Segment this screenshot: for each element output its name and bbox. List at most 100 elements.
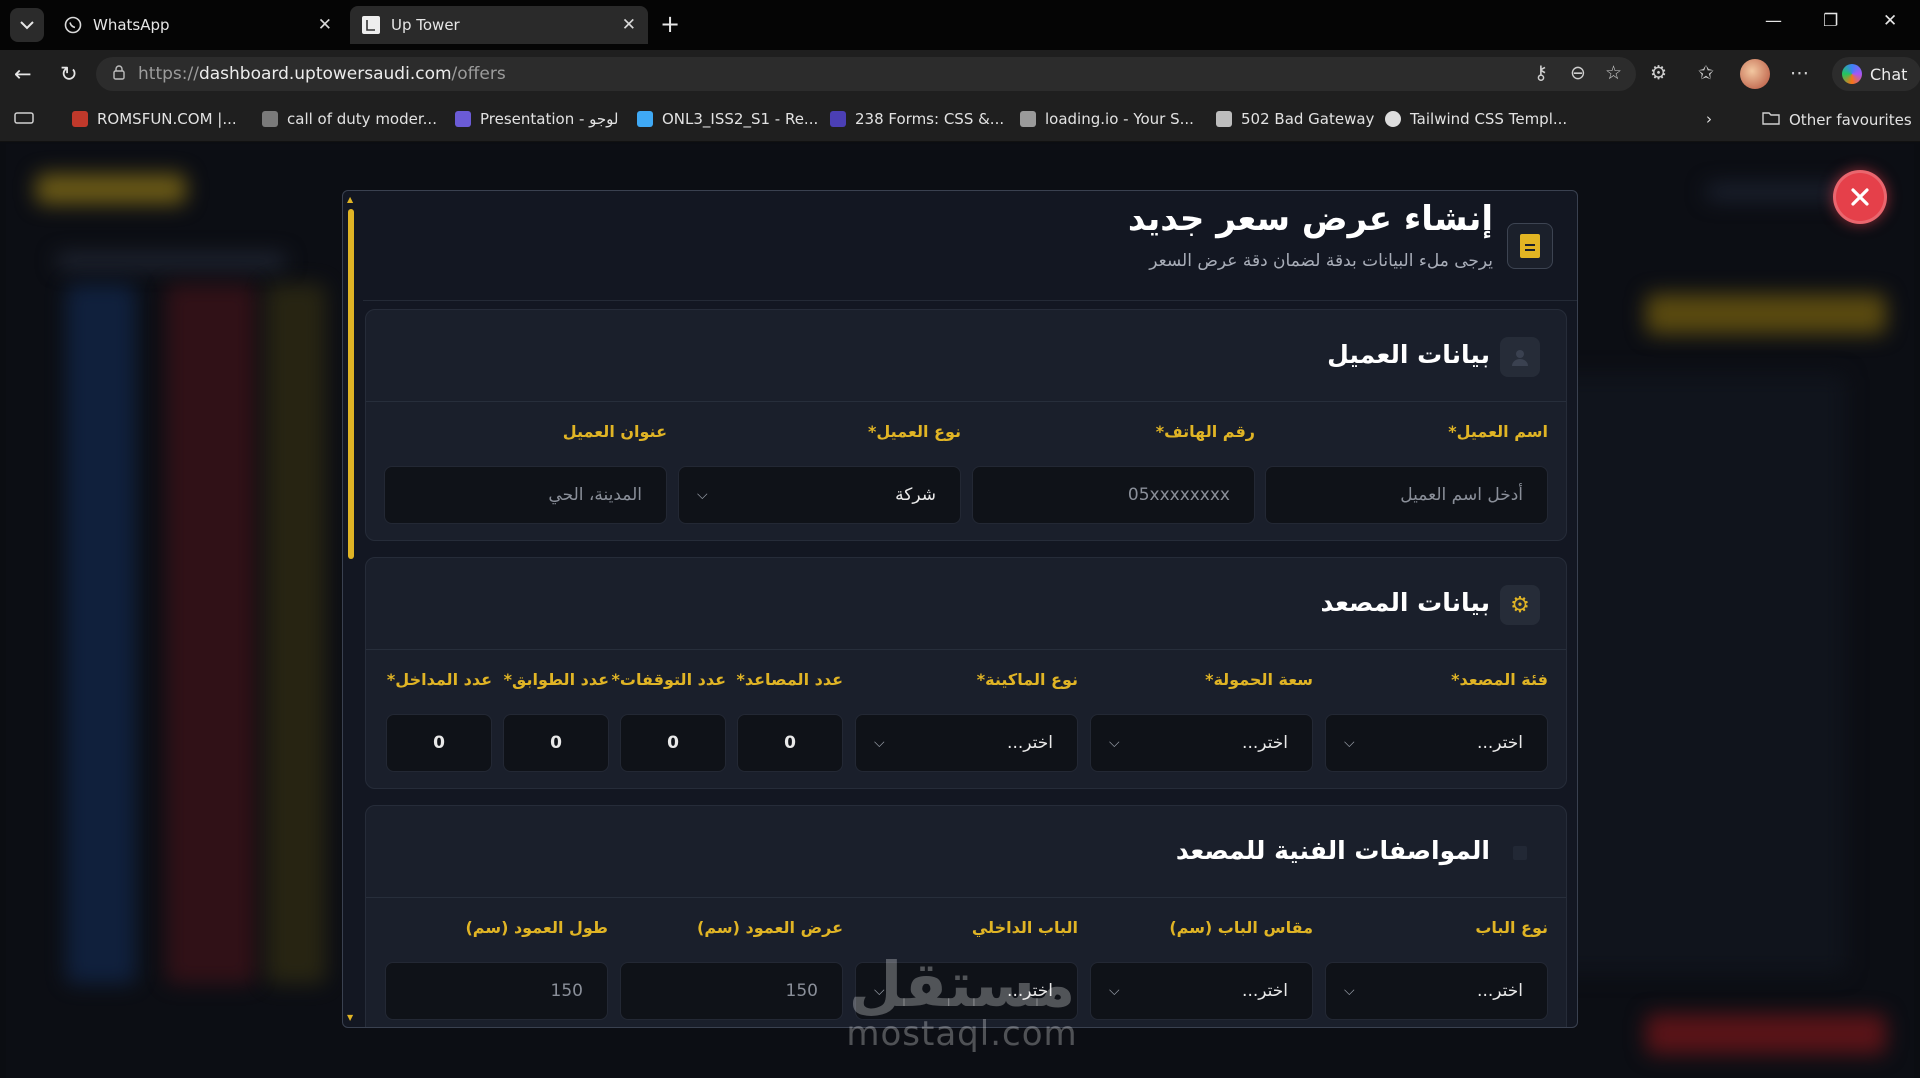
- section-header: بيانات العميل: [366, 310, 1566, 402]
- client-section: بيانات العميل اسم العميل* أدخل اسم العمي…: [365, 309, 1567, 541]
- bookmark-favicon: [830, 111, 846, 127]
- minimize-icon[interactable]: —: [1765, 11, 1782, 31]
- bookmark-item[interactable]: 238 Forms: CSS &...: [830, 110, 1004, 128]
- bookmark-item[interactable]: ONL3_ISS2_S1 - Re...: [637, 110, 818, 128]
- bookmark-item[interactable]: Tailwind CSS Templ...: [1385, 110, 1567, 128]
- chevron-right-icon[interactable]: ›: [1706, 110, 1712, 128]
- reading-view-icon[interactable]: [14, 110, 34, 126]
- scrollbar-thumb[interactable]: [348, 209, 354, 559]
- blurred-column: [266, 284, 326, 984]
- blurred-header: [56, 254, 286, 268]
- column-length-input[interactable]: 150: [385, 962, 608, 1020]
- folder-icon: [1762, 110, 1780, 129]
- door-type-select[interactable]: اختر... ⌵: [1325, 962, 1548, 1020]
- blurred-column: [166, 284, 256, 984]
- window-close-icon[interactable]: ✕: [1883, 11, 1897, 31]
- modal-title: إنشاء عرض سعر جديد: [1127, 199, 1493, 239]
- url-field[interactable]: https://dashboard.uptowersaudi.com/offer…: [96, 57, 1636, 91]
- chevron-down-icon: ⌵: [1344, 735, 1355, 751]
- url-prefix: https://: [138, 64, 199, 84]
- scrollbar[interactable]: ▲ ▼: [345, 195, 354, 1023]
- mostaql-watermark: مستقل mostaql.com: [842, 948, 1082, 1054]
- favourites-icon[interactable]: ✩: [1698, 62, 1714, 84]
- elevator-section: ⚙ بيانات المصعد فئة المصعد* اختر... ⌵ سع…: [365, 557, 1567, 789]
- select-value: اختر...: [1242, 981, 1288, 1001]
- scroll-up-icon[interactable]: ▲: [347, 195, 353, 204]
- close-tab-icon[interactable]: ✕: [622, 15, 636, 35]
- tab-list-button[interactable]: [10, 8, 44, 42]
- other-favourites[interactable]: Other favourites: [1762, 110, 1912, 129]
- field-label: مقاس الباب (سم): [1169, 918, 1313, 937]
- watermark-arabic: مستقل: [848, 948, 1076, 1021]
- section-header: المواصفات الفنية للمصعد: [366, 806, 1566, 898]
- profile-avatar[interactable]: [1740, 59, 1770, 89]
- bookmark-item[interactable]: ROMSFUN.COM |...: [72, 110, 237, 128]
- field-label: نوع العميل*: [868, 422, 961, 441]
- client-type-select[interactable]: شركة ⌵: [678, 466, 961, 524]
- field-label: نوع الباب: [1475, 918, 1548, 937]
- phone-input[interactable]: 05xxxxxxxx: [972, 466, 1255, 524]
- bookmark-item[interactable]: 502 Bad Gateway: [1216, 110, 1374, 128]
- machine-type-select[interactable]: اختر... ⌵: [855, 714, 1078, 772]
- door-size-select[interactable]: اختر... ⌵: [1090, 962, 1313, 1020]
- field-label: فئة المصعد*: [1451, 670, 1548, 689]
- chat-label: Chat: [1870, 64, 1908, 84]
- bookmark-item[interactable]: loading.io - Your S...: [1020, 110, 1194, 128]
- column-length-field: طول العمود (سم) 150: [385, 918, 608, 1027]
- field-label: عنوان العميل: [562, 422, 667, 441]
- load-capacity-select[interactable]: اختر... ⌵: [1090, 714, 1313, 772]
- modal-subtitle: يرجى ملء البيانات بدقة لضمان دقة عرض الس…: [1149, 251, 1493, 271]
- document-icon: [1507, 223, 1553, 269]
- client-name-field: اسم العميل* أدخل اسم العميل: [1265, 422, 1548, 532]
- client-address-input[interactable]: المدينة، الحي: [384, 466, 667, 524]
- client-name-input[interactable]: أدخل اسم العميل: [1265, 466, 1548, 524]
- gear-icon: ⚙: [1500, 585, 1540, 625]
- floors-count-input[interactable]: 0: [503, 714, 609, 772]
- machine-type-field: نوع الماكينة* اختر... ⌵: [855, 670, 1078, 780]
- chevron-down-icon: ⌵: [874, 735, 885, 751]
- field-label: رقم الهاتف*: [1155, 422, 1255, 441]
- bookmark-favicon: [455, 111, 471, 127]
- select-value: شركة: [895, 485, 936, 505]
- blurred-button: [1646, 1014, 1886, 1054]
- bookmark-item[interactable]: Presentation - لوجو: [455, 110, 619, 128]
- scroll-down-icon[interactable]: ▼: [347, 1013, 353, 1022]
- field-label: الباب الداخلي: [971, 918, 1078, 937]
- more-options-icon[interactable]: ⋯: [1790, 62, 1809, 84]
- stops-count-input[interactable]: 0: [620, 714, 726, 772]
- browser-tab-bar: WhatsApp ✕ Up Tower ✕ + — ❐ ✕: [0, 0, 1920, 50]
- elevators-count-input[interactable]: 0: [737, 714, 843, 772]
- bookmark-favicon: [262, 111, 278, 127]
- tab-uptower[interactable]: Up Tower ✕: [350, 6, 648, 44]
- column-width-input[interactable]: 150: [620, 962, 843, 1020]
- reload-icon[interactable]: ↻: [60, 62, 78, 86]
- url-host: dashboard.uptowersaudi.com: [198, 64, 452, 84]
- restore-icon[interactable]: ❐: [1823, 11, 1838, 31]
- chat-button[interactable]: Chat: [1832, 57, 1920, 91]
- zoom-icon[interactable]: ⊖: [1570, 62, 1586, 84]
- client-type-field: نوع العميل* شركة ⌵: [678, 422, 961, 532]
- watermark-latin: mostaql.com: [846, 1014, 1078, 1054]
- key-icon[interactable]: ⚷: [1534, 62, 1548, 84]
- new-tab-button[interactable]: +: [660, 11, 680, 37]
- entrances-count-input[interactable]: 0: [386, 714, 492, 772]
- close-modal-button[interactable]: [1833, 170, 1887, 224]
- tab-title: WhatsApp: [93, 16, 170, 34]
- elevator-category-select[interactable]: اختر... ⌵: [1325, 714, 1548, 772]
- bookmark-favicon: [1020, 111, 1036, 127]
- phone-field: رقم الهاتف* 05xxxxxxxx: [972, 422, 1255, 532]
- close-tab-icon[interactable]: ✕: [318, 15, 332, 35]
- door-size-field: مقاس الباب (سم) اختر... ⌵: [1090, 918, 1313, 1027]
- bookmark-item[interactable]: call of duty moder...: [262, 110, 437, 128]
- tab-whatsapp[interactable]: WhatsApp ✕: [52, 6, 344, 44]
- close-icon: [1851, 188, 1869, 206]
- select-value: اختر...: [1242, 733, 1288, 753]
- chevron-down-icon: ⌵: [1344, 983, 1355, 999]
- url-path: /offers: [451, 64, 506, 84]
- bookmarks-bar: ROMSFUN.COM |... call of duty moder... P…: [0, 98, 1920, 142]
- user-icon: [1500, 337, 1540, 377]
- back-arrow-icon[interactable]: ←: [14, 62, 32, 86]
- extensions-icon[interactable]: ⚙: [1650, 62, 1667, 84]
- section-header: ⚙ بيانات المصعد: [366, 558, 1566, 650]
- star-icon[interactable]: ☆: [1605, 62, 1622, 84]
